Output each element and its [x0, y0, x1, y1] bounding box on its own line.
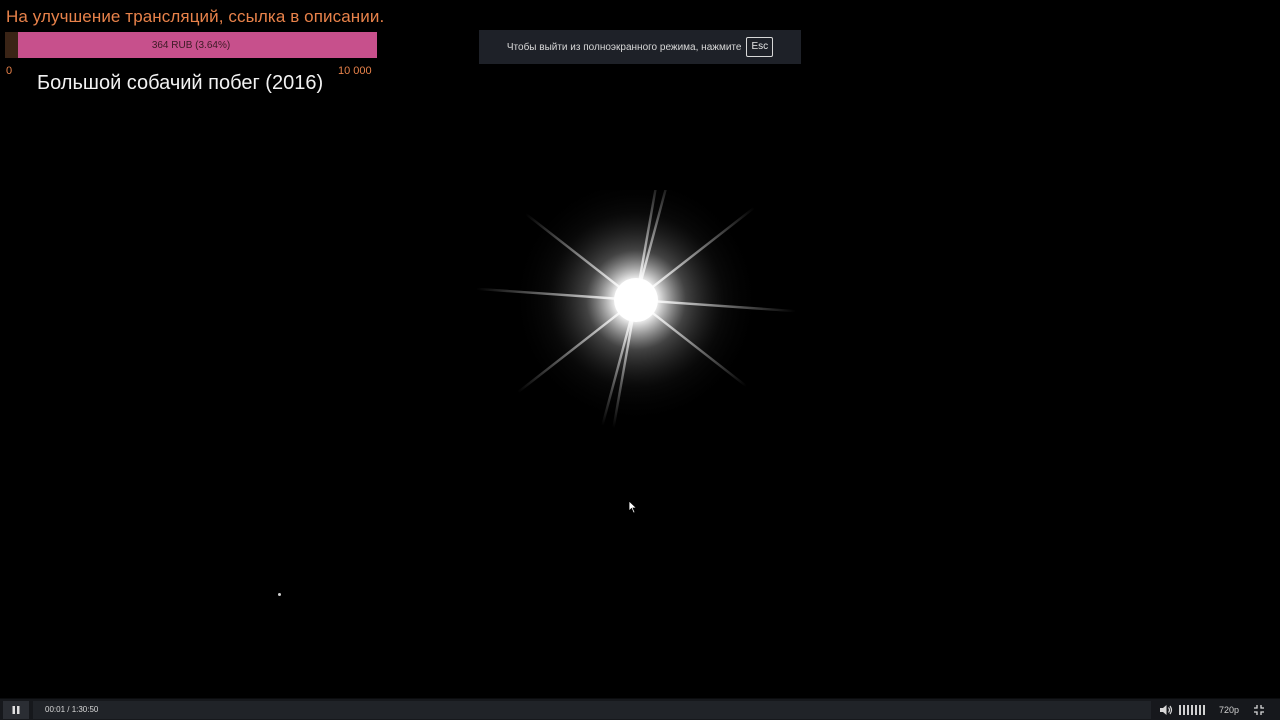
quality-selector[interactable]: 720p	[1219, 705, 1239, 715]
donation-min-label: 0	[6, 65, 13, 77]
seek-bar[interactable]: 00:01 / 1:30:50	[33, 700, 1151, 719]
fullscreen-notice: Чтобы выйти из полноэкранного режима, на…	[479, 30, 801, 64]
lens-flare-image	[476, 190, 796, 429]
player-controls-bar: 00:01 / 1:30:50 720p	[0, 698, 1280, 720]
mouse-cursor-icon	[628, 500, 638, 514]
speaker-icon	[1160, 704, 1173, 715]
mute-button[interactable]	[1155, 700, 1177, 719]
fullscreen-exit-icon	[1254, 704, 1265, 715]
movie-title: Большой собачий побег (2016)	[37, 72, 324, 94]
volume-slider[interactable]	[1179, 701, 1207, 719]
video-player[interactable]: На улучшение трансляций, ссылка в описан…	[0, 0, 1280, 720]
donation-max-label: 10 000	[338, 65, 372, 77]
time-display: 00:01 / 1:30:50	[45, 705, 99, 714]
pause-icon	[12, 705, 20, 714]
fullscreen-button[interactable]	[1251, 701, 1267, 719]
donation-progress-bar: 364 RUB (3.64%)	[5, 32, 377, 58]
donation-title: На улучшение трансляций, ссылка в описан…	[6, 7, 385, 26]
pause-button[interactable]	[3, 700, 29, 719]
esc-key-badge: Esc	[746, 37, 774, 57]
small-light-dot	[278, 593, 281, 596]
fullscreen-notice-text: Чтобы выйти из полноэкранного режима, на…	[506, 41, 742, 53]
donation-amount: 364 RUB (3.64%)	[151, 39, 231, 51]
